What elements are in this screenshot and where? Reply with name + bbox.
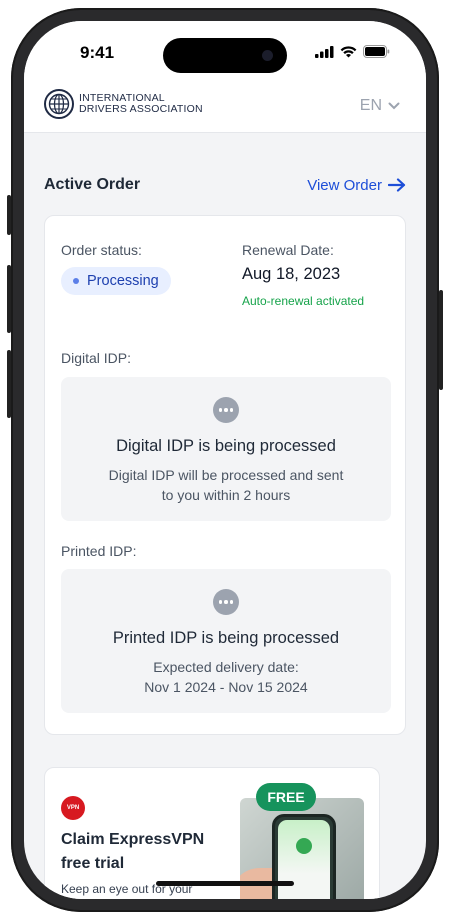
promo-title-line-2: free trial <box>61 855 125 872</box>
language-selector[interactable]: EN <box>360 97 400 115</box>
volume-down-button <box>7 350 11 418</box>
wifi-icon <box>340 45 357 57</box>
renewal-label: Renewal Date: <box>242 242 334 258</box>
auto-renewal-text: Auto-renewal activated <box>242 294 365 308</box>
printed-idp-label: Printed IDP: <box>61 543 137 559</box>
free-badge: FREE <box>256 783 316 811</box>
view-order-link[interactable]: View Order <box>307 177 406 194</box>
dynamic-island <box>163 38 287 73</box>
more-dots-icon <box>213 589 239 615</box>
section-title: Active Order <box>44 176 141 193</box>
status-text: Processing <box>87 273 159 289</box>
action-button <box>7 195 11 235</box>
digital-idp-description: Digital IDP will be processed and sent t… <box>61 465 391 505</box>
printed-idp-panel: Printed IDP is being processed Expected … <box>61 569 391 713</box>
status-badge: Processing <box>61 267 171 295</box>
renewal-date: Aug 18, 2023 <box>242 265 341 283</box>
logo-line-2: DRIVERS ASSOCIATION <box>79 103 203 115</box>
active-order-heading: Active Order View Order <box>44 176 406 194</box>
screen: 9:41 INTERNATIONAL DRIVERS ASSOCIATION E… <box>24 21 426 899</box>
expressvpn-promo-card[interactable]: VPN Claim ExpressVPN free trial Keep an … <box>44 767 380 899</box>
battery-icon <box>363 45 390 58</box>
arrow-right-icon <box>388 178 406 192</box>
view-order-label: View Order <box>307 176 382 194</box>
active-order-card: Order status: Processing Renewal Date: A… <box>44 215 406 735</box>
digital-idp-label: Digital IDP: <box>61 350 132 366</box>
chevron-down-icon <box>388 102 400 110</box>
delivery-date-range: Nov 1 2024 - Nov 15 2024 <box>144 679 308 695</box>
printed-idp-title: Printed IDP is being processed <box>112 629 340 647</box>
order-status-label: Order status: <box>61 242 142 258</box>
renewal-block: Renewal Date: Aug 18, 2023 Auto-renewal … <box>242 242 364 308</box>
power-icon <box>296 838 312 854</box>
promo-title-line-1: Claim ExpressVPN <box>61 831 205 848</box>
volume-up-button <box>7 265 11 333</box>
logo-wordmark: INTERNATIONAL DRIVERS ASSOCIATION <box>79 93 203 115</box>
digital-idp-line-1: Digital IDP will be processed and sent <box>108 467 344 483</box>
status-dot-icon <box>73 278 79 284</box>
digital-idp-line-2: to you within 2 hours <box>161 487 291 503</box>
more-dots-icon <box>213 397 239 423</box>
status-bar: 9:41 <box>24 21 426 79</box>
phone-illustration <box>272 814 336 899</box>
language-label: EN <box>359 97 382 114</box>
app-header: INTERNATIONAL DRIVERS ASSOCIATION EN <box>24 79 426 133</box>
home-indicator[interactable] <box>156 881 294 886</box>
ida-logo[interactable]: INTERNATIONAL DRIVERS ASSOCIATION <box>44 89 203 119</box>
digital-idp-title: Digital IDP is being processed <box>116 437 336 455</box>
side-button <box>439 290 443 390</box>
printed-idp-description: Expected delivery date: Nov 1 2024 - Nov… <box>61 657 391 697</box>
delivery-date-label: Expected delivery date: <box>153 659 299 675</box>
signal-icon <box>315 45 334 58</box>
expressvpn-logo-icon: VPN <box>61 796 85 820</box>
promo-title: Claim ExpressVPN free trial <box>61 828 231 876</box>
digital-idp-panel: Digital IDP is being processed Digital I… <box>61 377 391 521</box>
order-status-block: Order status: Processing <box>61 242 171 295</box>
status-time: 9:41 <box>80 43 115 62</box>
system-icons <box>315 45 390 58</box>
globe-icon <box>44 89 74 119</box>
camera-icon <box>262 50 273 61</box>
